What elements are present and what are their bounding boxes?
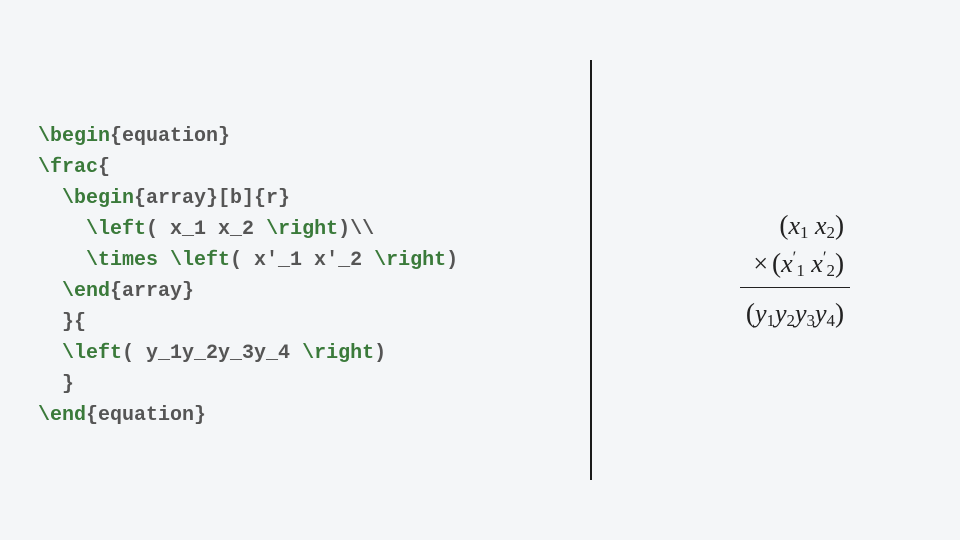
left-paren: ( (779, 210, 788, 240)
code-token: ( x'_1 x'_2 (230, 249, 374, 272)
code-token: \right (266, 218, 338, 241)
var-y: y (775, 299, 787, 328)
rendered-equation: (x1 x2) ×(x′1 x′2) (y1y2y3y4) (740, 207, 850, 333)
subscript: 1 (796, 261, 804, 280)
code-token: {array}[b]{r} (134, 187, 290, 210)
var-x: x (781, 249, 793, 278)
subscript: 2 (827, 261, 835, 280)
code-token: ( x_1 x_2 (146, 218, 266, 241)
numerator: (x1 x2) ×(x′1 x′2) (740, 207, 850, 287)
document-layout: \begin{equation} \frac{ \begin{array}[b]… (0, 0, 960, 540)
code-token: {equation} (86, 404, 206, 427)
code-token: \left (86, 218, 146, 241)
vertical-divider (590, 60, 592, 480)
code-token: ) (374, 342, 386, 365)
code-token: \left (62, 342, 122, 365)
latex-code-block: \begin{equation} \frac{ \begin{array}[b]… (38, 90, 580, 431)
var-x: x (811, 249, 823, 278)
code-token: \frac (38, 156, 98, 179)
code-token: {array} (110, 280, 194, 303)
code-token: {equation} (110, 125, 230, 148)
subscript: 2 (827, 223, 835, 242)
code-token: ) (446, 249, 458, 272)
code-token: { (98, 156, 110, 179)
code-token: \right (374, 249, 446, 272)
var-x: x (815, 211, 827, 240)
denominator: (y1y2y3y4) (740, 287, 850, 333)
times-icon: × (753, 249, 768, 278)
right-paren: ) (835, 248, 844, 278)
rendered-output-pane: (x1 x2) ×(x′1 x′2) (y1y2y3y4) (580, 0, 960, 540)
denominator-row: (y1y2y3y4) (746, 299, 844, 328)
numerator-row-1: (x1 x2) (746, 207, 844, 245)
right-paren: ) (835, 210, 844, 240)
code-token: \end (38, 404, 86, 427)
code-token: \times \left (86, 249, 230, 272)
right-paren: ) (835, 298, 844, 328)
left-paren: ( (746, 298, 755, 328)
subscript: 1 (767, 311, 775, 330)
var-y: y (755, 299, 767, 328)
subscript: 3 (807, 311, 815, 330)
subscript: 4 (827, 311, 835, 330)
var-y: y (795, 299, 807, 328)
code-token: ( y_1y_2y_3y_4 (122, 342, 302, 365)
code-token: \end (62, 280, 110, 303)
code-token: \right (302, 342, 374, 365)
fraction: (x1 x2) ×(x′1 x′2) (y1y2y3y4) (740, 207, 850, 333)
code-token: } (62, 373, 74, 396)
left-paren: ( (772, 248, 781, 278)
latex-source-pane: \begin{equation} \frac{ \begin{array}[b]… (0, 0, 580, 540)
subscript: 1 (800, 223, 808, 242)
numerator-row-2: ×(x′1 x′2) (746, 245, 844, 283)
code-token: )\\ (338, 218, 374, 241)
code-token: }{ (62, 311, 86, 334)
subscript: 2 (787, 311, 795, 330)
var-x: x (789, 211, 801, 240)
code-token: \begin (38, 125, 110, 148)
var-y: y (815, 299, 827, 328)
code-token: \begin (62, 187, 134, 210)
